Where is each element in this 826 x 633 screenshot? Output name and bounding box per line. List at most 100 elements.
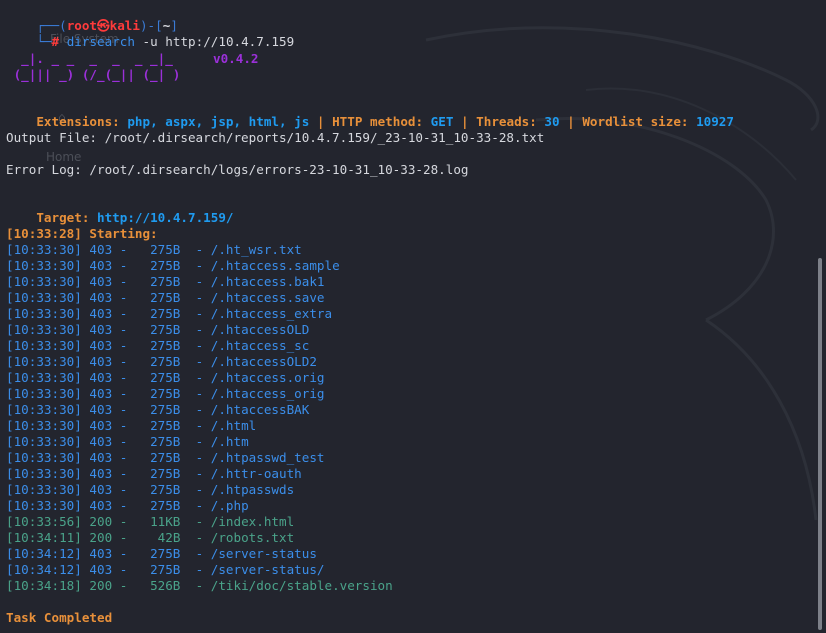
target-label: Target: (36, 210, 98, 225)
task-completed-line: Task Completed (6, 610, 113, 625)
result-size: 275B (150, 242, 181, 257)
extensions-label: Extensions: (36, 114, 128, 129)
command-name: dirsearch (66, 34, 135, 49)
result-path: /.htaccess_extra (210, 306, 333, 321)
result-size: 275B (150, 338, 181, 353)
result-status-code: 403 (89, 546, 113, 561)
prompt-header: ┌──(root㉿kali)-[~] (6, 2, 178, 33)
result-row: [10:33:30] 403 - 275B - /.htaccess_extra (6, 306, 333, 321)
result-path: /.htaccessBAK (210, 402, 310, 417)
target-line: Target: http://10.4.7.159/ (6, 194, 233, 225)
banner-art-line-2: (_||| _) (/_(_|| (_| ) (6, 67, 181, 82)
result-row: [10:33:30] 403 - 275B - /.htaccessOLD (6, 322, 310, 337)
result-size: 275B (150, 354, 181, 369)
banner-version: v0.4.2 (213, 51, 259, 66)
result-row: [10:34:18] 200 - 526B - /tiki/doc/stable… (6, 578, 393, 593)
result-status-code: 403 (89, 434, 113, 449)
result-timestamp: [10:33:30] (6, 354, 82, 369)
result-status-code: 403 (89, 258, 113, 273)
result-row: [10:33:30] 403 - 275B - /.htaccess.bak1 (6, 274, 325, 289)
result-path: /.htpasswds (210, 482, 295, 497)
result-row: [10:33:30] 403 - 275B - /.httr-oauth (6, 466, 302, 481)
result-status-code: 403 (89, 482, 113, 497)
result-timestamp: [10:34:18] (6, 578, 82, 593)
result-timestamp: [10:33:30] (6, 482, 82, 497)
result-path: /server-status (210, 546, 317, 561)
result-timestamp: [10:33:30] (6, 466, 82, 481)
result-size: 11KB (150, 514, 181, 529)
result-timestamp: [10:33:30] (6, 338, 82, 353)
result-status-code: 403 (89, 306, 113, 321)
result-size: 275B (150, 402, 181, 417)
result-status-code: 403 (89, 450, 113, 465)
result-timestamp: [10:33:30] (6, 274, 82, 289)
result-timestamp: [10:33:30] (6, 258, 82, 273)
result-timestamp: [10:33:30] (6, 386, 82, 401)
wordlist-value: 10927 (696, 114, 734, 129)
result-status-code: 403 (89, 242, 113, 257)
result-path: /.httr-oauth (210, 466, 302, 481)
result-timestamp: [10:33:30] (6, 290, 82, 305)
prompt-hash: # (51, 34, 60, 49)
banner-art-line-1: _|. _ _ _ _ _ _|_ (6, 51, 173, 66)
result-path: /.html (210, 418, 257, 433)
result-size: 526B (150, 578, 181, 593)
terminal-window[interactable]: File System ⌂ Home ┌──(root㉿kali)-[~] └─… (0, 0, 826, 633)
result-status-code: 403 (89, 562, 113, 577)
result-path: /.ht_wsr.txt (210, 242, 302, 257)
result-size: 275B (150, 306, 181, 321)
result-status-code: 403 (89, 274, 113, 289)
result-size: 275B (150, 370, 181, 385)
result-status-code: 200 (89, 578, 113, 593)
result-path: /.php (210, 498, 249, 513)
result-status-code: 403 (89, 418, 113, 433)
result-status-code: 403 (89, 386, 113, 401)
result-path: /.htaccess.orig (210, 370, 325, 385)
result-row: [10:33:30] 403 - 275B - /.ht_wsr.txt (6, 242, 302, 257)
result-row: [10:33:30] 403 - 275B - /.htaccess.orig (6, 370, 325, 385)
config-line: Extensions: php, aspx, jsp, html, js | H… (6, 98, 734, 129)
threads-label: Threads: (476, 114, 545, 129)
result-path: /.htaccessOLD (210, 322, 310, 337)
kali-dragon-watermark-icon (425, 26, 820, 521)
starting-line: [10:33:28] Starting: (6, 226, 158, 241)
result-size: 275B (150, 482, 181, 497)
result-row: [10:34:12] 403 - 275B - /server-status/ (6, 562, 325, 577)
result-size: 275B (150, 290, 181, 305)
result-status-code: 403 (89, 370, 113, 385)
result-status-code: 403 (89, 354, 113, 369)
result-timestamp: [10:33:30] (6, 418, 82, 433)
terminal-scrollbar[interactable] (818, 258, 822, 630)
result-row: [10:33:30] 403 - 275B - /.htaccess_orig (6, 386, 325, 401)
result-size: 275B (150, 322, 181, 337)
extensions-value: php, aspx, jsp, html, js (127, 114, 310, 129)
result-row: [10:33:30] 403 - 275B - /.htaccess.sampl… (6, 258, 340, 273)
result-path: /.htaccessOLD2 (210, 354, 317, 369)
result-row: [10:33:56] 200 - 11KB - /index.html (6, 514, 295, 529)
result-timestamp: [10:33:56] (6, 514, 82, 529)
result-row: [10:33:30] 403 - 275B - /.htaccess_sc (6, 338, 310, 353)
result-timestamp: [10:33:30] (6, 242, 82, 257)
result-status-code: 403 (89, 338, 113, 353)
result-path: /.htaccess.sample (210, 258, 340, 273)
result-path: /.htm (210, 434, 249, 449)
result-size: 275B (150, 434, 181, 449)
result-timestamp: [10:34:12] (6, 562, 82, 577)
result-path: /.htpasswd_test (210, 450, 325, 465)
separator: | (559, 114, 583, 129)
result-path: /.htaccess.bak1 (210, 274, 325, 289)
result-timestamp: [10:33:30] (6, 322, 82, 337)
result-row: [10:33:30] 403 - 275B - /.php (6, 498, 249, 513)
result-row: [10:33:30] 403 - 275B - /.htaccess.save (6, 290, 325, 305)
result-status-code: 403 (89, 402, 113, 417)
result-path: /.htaccess_sc (210, 338, 310, 353)
result-path: /index.html (210, 514, 295, 529)
result-status-code: 403 (89, 466, 113, 481)
result-status-code: 403 (89, 498, 113, 513)
result-status-code: 403 (89, 290, 113, 305)
threads-value: 30 (544, 114, 560, 129)
target-url: http://10.4.7.159/ (97, 210, 234, 225)
result-size: 275B (150, 258, 181, 273)
result-size: 275B (150, 386, 181, 401)
prompt-frame-bottom: └─ (36, 34, 52, 49)
